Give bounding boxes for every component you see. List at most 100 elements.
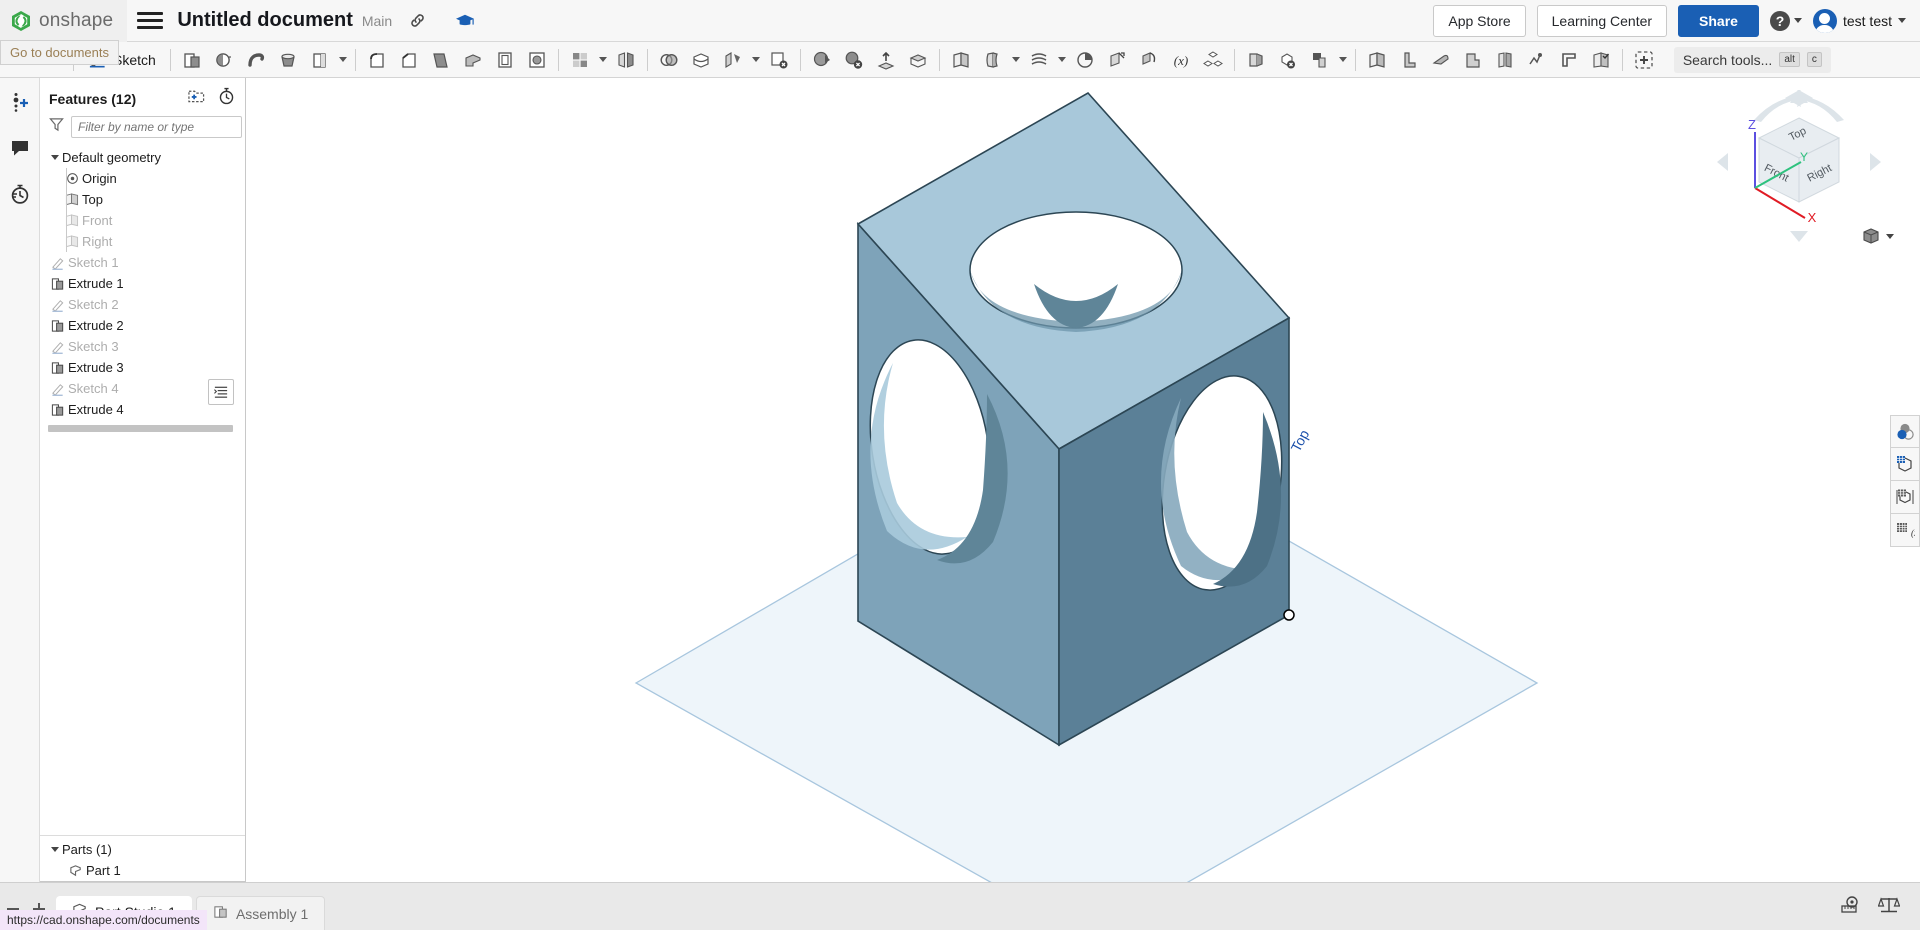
- tree-item-label: Sketch 3: [68, 339, 119, 354]
- view-orientation-icon[interactable]: [1861, 226, 1894, 246]
- branch-label[interactable]: Main: [362, 13, 392, 29]
- delete-body-icon[interactable]: [1272, 44, 1304, 76]
- tree-group-parts[interactable]: Parts (1): [40, 839, 245, 860]
- tree-item-extrude-3[interactable]: Extrude 3: [40, 357, 245, 378]
- tree-item-front-plane[interactable]: Front: [54, 210, 245, 231]
- cad-model-scene[interactable]: Top: [247, 78, 1920, 882]
- wrap-icon[interactable]: [1133, 44, 1165, 76]
- plane-icon[interactable]: [945, 44, 977, 76]
- enclose-icon[interactable]: [902, 44, 934, 76]
- brand-home-link[interactable]: onshape: [0, 0, 128, 42]
- revolve-icon[interactable]: [208, 44, 240, 76]
- chevron-down-icon[interactable]: [1336, 44, 1350, 76]
- chevron-down-icon[interactable]: [596, 44, 610, 76]
- thicken-icon[interactable]: [304, 44, 336, 76]
- mirror-icon[interactable]: [610, 44, 642, 76]
- flat-pattern-icon[interactable]: [1585, 44, 1617, 76]
- onshape-app-window: onshape Untitled document Main App Store…: [0, 0, 1920, 930]
- hole-icon[interactable]: [521, 44, 553, 76]
- app-store-button[interactable]: App Store: [1433, 4, 1526, 37]
- default-geometry-children: Origin Top Front Right: [40, 168, 245, 252]
- history-icon[interactable]: [6, 180, 34, 208]
- sweep-icon[interactable]: [240, 44, 272, 76]
- mass-properties-icon[interactable]: [1877, 895, 1901, 920]
- fillet-icon[interactable]: [361, 44, 393, 76]
- appearance-icon[interactable]: [1890, 415, 1920, 448]
- tree-item-sketch-3[interactable]: Sketch 3: [40, 336, 245, 357]
- vertex-marker[interactable]: [1283, 609, 1295, 621]
- delete-part-icon[interactable]: [838, 44, 870, 76]
- draft-icon[interactable]: [425, 44, 457, 76]
- boolean-icon[interactable]: [653, 44, 685, 76]
- joint-icon[interactable]: [1521, 44, 1553, 76]
- graphics-viewport[interactable]: Top Top Front Right Z X Y: [247, 78, 1920, 882]
- branch-add-icon[interactable]: [6, 88, 34, 116]
- features-count-label: Features (12): [49, 90, 137, 107]
- tree-item-origin[interactable]: Origin: [54, 168, 245, 189]
- delete-face-icon[interactable]: [763, 44, 795, 76]
- transform-icon[interactable]: [717, 44, 749, 76]
- render-icon[interactable]: (x): [1890, 514, 1920, 547]
- comments-icon[interactable]: [6, 134, 34, 162]
- chevron-down-icon[interactable]: [336, 44, 350, 76]
- rollback-bar[interactable]: [48, 425, 233, 432]
- tree-item-right-plane[interactable]: Right: [54, 231, 245, 252]
- tab-icon[interactable]: [1457, 44, 1489, 76]
- flange-icon[interactable]: [1393, 44, 1425, 76]
- graduation-cap-icon[interactable]: [455, 12, 475, 30]
- insert-part-icon[interactable]: [1628, 44, 1660, 76]
- pattern-icon[interactable]: [564, 44, 596, 76]
- surface-pattern-icon[interactable]: [1304, 44, 1336, 76]
- replace-face-icon[interactable]: [870, 44, 902, 76]
- sheet-metal-icon[interactable]: [977, 44, 1009, 76]
- toolbar-divider: [354, 48, 356, 71]
- curve-icon[interactable]: [1023, 44, 1055, 76]
- feature-timing-icon[interactable]: [218, 87, 235, 110]
- chevron-down-icon[interactable]: [749, 44, 763, 76]
- tree-item-top-plane[interactable]: Top: [54, 189, 245, 210]
- variable-icon[interactable]: (x): [1165, 44, 1197, 76]
- document-title[interactable]: Untitled document: [177, 9, 353, 32]
- hem-icon[interactable]: [1425, 44, 1457, 76]
- display-state-icon[interactable]: [1890, 448, 1920, 481]
- tree-item-sketch-1[interactable]: Sketch 1: [40, 252, 245, 273]
- hamburger-menu-icon[interactable]: [137, 0, 164, 42]
- composite-part-icon[interactable]: [1197, 44, 1229, 76]
- shell-icon[interactable]: [489, 44, 521, 76]
- user-menu[interactable]: test test: [1812, 8, 1906, 33]
- chevron-down-icon[interactable]: [1009, 44, 1023, 76]
- bend-icon[interactable]: [1489, 44, 1521, 76]
- projected-curve-icon[interactable]: [1101, 44, 1133, 76]
- sheet-metal-model-icon[interactable]: [1361, 44, 1393, 76]
- tree-group-default-geometry[interactable]: Default geometry: [40, 147, 245, 168]
- section-view-icon[interactable]: [1890, 481, 1920, 514]
- chevron-down-icon[interactable]: [1055, 44, 1069, 76]
- tree-item-extrude-2[interactable]: Extrude 2: [40, 315, 245, 336]
- rib-icon[interactable]: [457, 44, 489, 76]
- move-face-icon[interactable]: [806, 44, 838, 76]
- chevron-down-icon[interactable]: [48, 847, 62, 852]
- corner-icon[interactable]: [1553, 44, 1585, 76]
- split-icon[interactable]: [685, 44, 717, 76]
- learning-center-button[interactable]: Learning Center: [1536, 4, 1668, 37]
- search-tools-input[interactable]: Search tools... alt c: [1673, 46, 1831, 73]
- loft-icon[interactable]: [272, 44, 304, 76]
- help-menu[interactable]: ?: [1769, 10, 1802, 31]
- feature-filter-input[interactable]: [71, 116, 242, 138]
- chevron-down-icon[interactable]: [48, 155, 62, 160]
- filter-funnel-icon[interactable]: [49, 117, 64, 137]
- chamfer-icon[interactable]: [393, 44, 425, 76]
- tree-item-part-1[interactable]: Part 1: [40, 860, 245, 881]
- new-folder-icon[interactable]: [188, 88, 205, 109]
- tree-item-sketch-2[interactable]: Sketch 2: [40, 294, 245, 315]
- tab-assembly-1[interactable]: Assembly 1: [195, 896, 326, 930]
- measure-tape-icon[interactable]: [1840, 895, 1862, 920]
- extrude-icon[interactable]: [176, 44, 208, 76]
- surface-extrude-icon[interactable]: [1240, 44, 1272, 76]
- helix-icon[interactable]: [1069, 44, 1101, 76]
- tree-options-icon[interactable]: [208, 379, 234, 405]
- tree-item-extrude-1[interactable]: Extrude 1: [40, 273, 245, 294]
- link-icon[interactable]: [408, 11, 427, 30]
- share-button[interactable]: Share: [1678, 4, 1759, 37]
- tree-item-label: Sketch 1: [68, 255, 119, 270]
